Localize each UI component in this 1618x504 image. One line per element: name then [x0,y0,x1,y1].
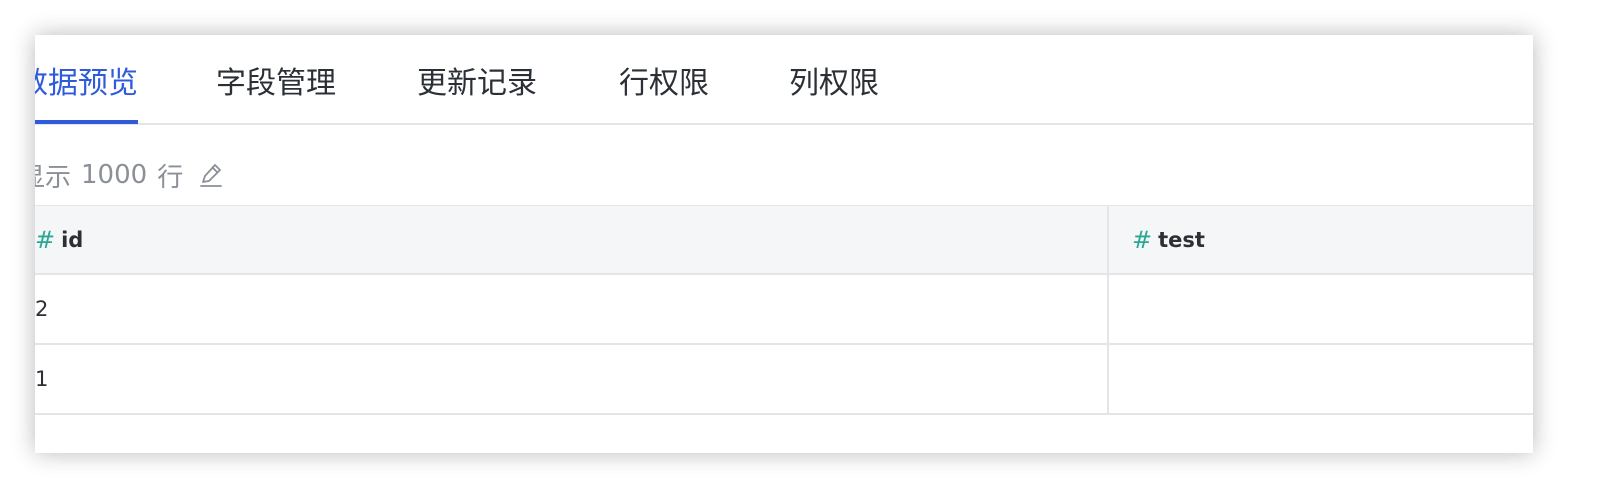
row-count-value: 1000 [81,160,148,190]
cell-value: 1 [35,367,49,391]
table-cell: 1 [35,345,1109,413]
table-row: 1 [35,345,1533,415]
edit-icon[interactable] [197,161,225,189]
tab-data-preview[interactable]: 数据预览 [35,35,138,123]
number-type-icon: # [1132,225,1153,254]
screen: 数据预览 字段管理 更新记录 行权限 列权限 显示 1000 行 # [0,0,1618,504]
column-header-id[interactable]: # id [35,206,1109,273]
dataset-panel: 数据预览 字段管理 更新记录 行权限 列权限 显示 1000 行 # [35,35,1533,453]
tab-column-permissions[interactable]: 列权限 [789,35,879,123]
row-count-suffix: 行 [157,162,184,193]
number-type-icon: # [35,225,56,254]
column-header-label: test [1158,227,1205,252]
data-table: # id # test 2 1 [35,205,1533,415]
row-count-prefix: 显示 [35,162,72,193]
active-tab-indicator [35,120,138,124]
column-header-test[interactable]: # test [1109,206,1533,273]
table-row: 2 [35,275,1533,345]
table-cell [1109,275,1533,343]
tab-bar: 数据预览 字段管理 更新记录 行权限 列权限 [35,35,1533,125]
table-header: # id # test [35,205,1533,275]
tab-row-permissions[interactable]: 行权限 [619,35,709,123]
row-count-setting: 显示 1000 行 [35,153,225,197]
column-header-label: id [61,227,84,252]
cell-value: 2 [35,297,49,321]
table-cell: 2 [35,275,1109,343]
tab-field-management[interactable]: 字段管理 [216,35,336,123]
table-cell [1109,345,1533,413]
tab-update-history[interactable]: 更新记录 [417,35,537,123]
